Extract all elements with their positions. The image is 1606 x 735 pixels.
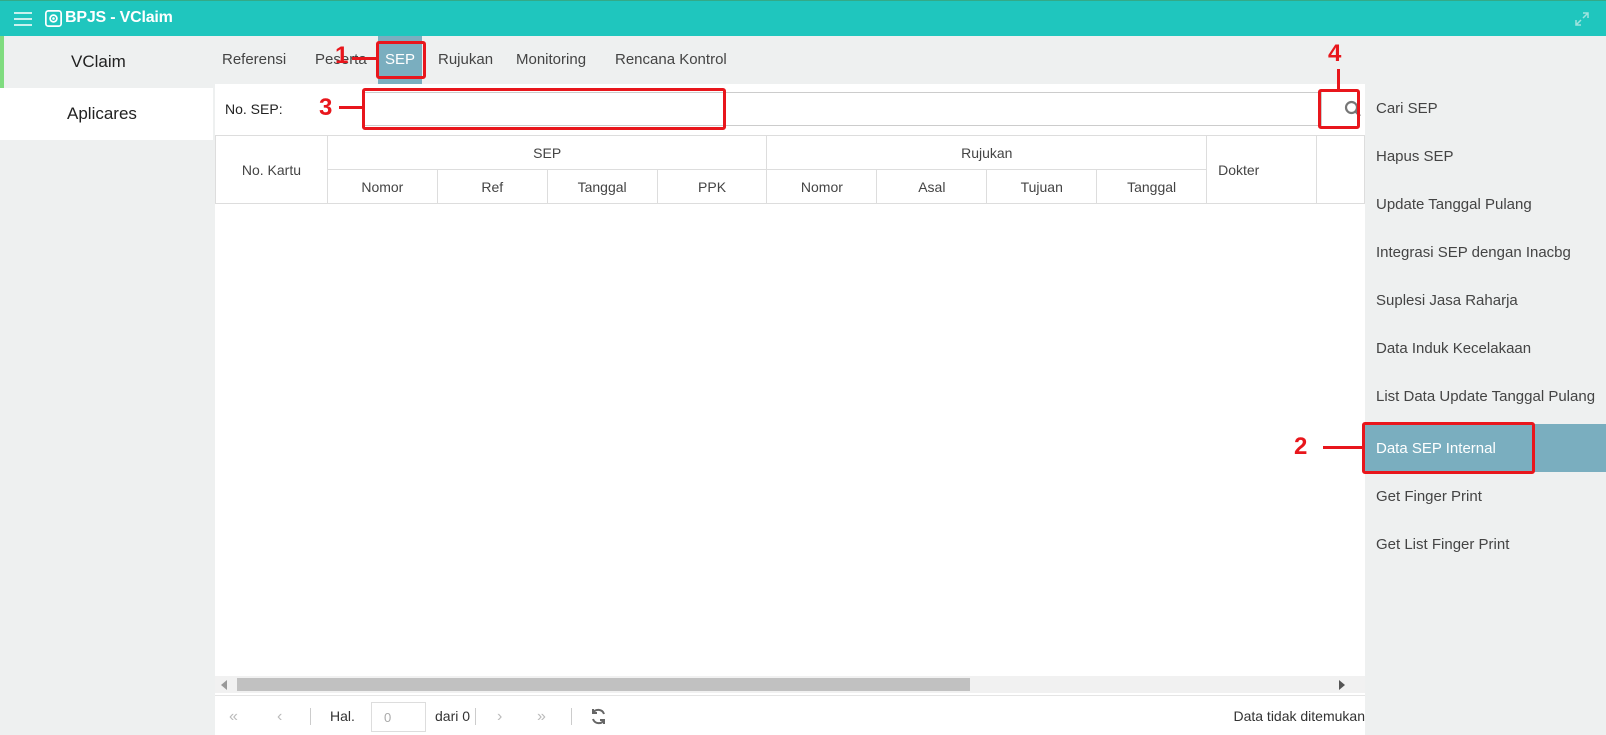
col-no-kartu: No. Kartu bbox=[215, 135, 328, 204]
left-nav: VClaim Aplicares bbox=[0, 36, 213, 735]
divider bbox=[310, 708, 311, 725]
menu-item-suplesi-jasa-raharja[interactable]: Suplesi Jasa Raharja bbox=[1365, 276, 1606, 324]
menu-item-update-tanggal-pulang[interactable]: Update Tanggal Pulang bbox=[1365, 180, 1606, 228]
menu-item-cari-sep[interactable]: Cari SEP bbox=[1365, 84, 1606, 132]
tab-rencana-kontrol[interactable]: Rencana Kontrol bbox=[608, 36, 734, 84]
annotation-box-1 bbox=[376, 41, 426, 79]
right-action-menu: Cari SEP Hapus SEP Update Tanggal Pulang… bbox=[1365, 84, 1606, 735]
col-rujukan-tujuan: Tujuan bbox=[986, 169, 1098, 204]
col-sep-tanggal: Tanggal bbox=[546, 169, 658, 204]
menu-item-get-finger-print[interactable]: Get Finger Print bbox=[1365, 472, 1606, 520]
page-number-input[interactable] bbox=[371, 702, 426, 732]
sep-table: No. Kartu SEP Rujukan Dokter Nomor Ref T… bbox=[215, 135, 1365, 204]
col-group-sep: SEP bbox=[326, 135, 768, 170]
page-label: Hal. bbox=[330, 708, 355, 724]
menu-item-data-induk-kecelakaan[interactable]: Data Induk Kecelakaan bbox=[1365, 324, 1606, 372]
col-rujukan-asal: Asal bbox=[876, 169, 988, 204]
app-title: BPJS - VClaim bbox=[65, 9, 173, 26]
horizontal-scrollbar[interactable] bbox=[215, 676, 1365, 693]
title-bar: BPJS - VClaim bbox=[0, 0, 1606, 36]
page-total-label: dari 0 bbox=[435, 708, 471, 724]
col-sep-ppk: PPK bbox=[656, 169, 768, 204]
col-rujukan-tanggal: Tanggal bbox=[1096, 169, 1208, 204]
refresh-icon[interactable] bbox=[590, 708, 607, 725]
col-sep-nomor: Nomor bbox=[326, 169, 438, 204]
col-group-rujukan: Rujukan bbox=[766, 135, 1208, 170]
tab-rujukan[interactable]: Rujukan bbox=[431, 36, 500, 84]
first-page-icon[interactable]: « bbox=[229, 708, 238, 726]
annotation-line-3 bbox=[339, 106, 362, 109]
scroll-left-icon[interactable] bbox=[221, 680, 227, 690]
annotation-number-1: 1 bbox=[335, 42, 349, 69]
nav-item-vclaim[interactable]: VClaim bbox=[0, 36, 213, 88]
annotation-line-2 bbox=[1323, 446, 1362, 449]
main-content: No. SEP: No. Kartu SEP Rujukan Dokter No… bbox=[215, 84, 1370, 735]
nav-item-aplicares[interactable]: Aplicares bbox=[0, 88, 213, 140]
expand-icon[interactable] bbox=[1574, 11, 1590, 27]
col-dokter: Dokter bbox=[1206, 135, 1317, 204]
hamburger-menu-icon[interactable] bbox=[14, 10, 32, 28]
prev-page-icon[interactable]: ‹ bbox=[277, 708, 282, 726]
annotation-number-2: 2 bbox=[1294, 433, 1308, 460]
scrollbar-thumb[interactable] bbox=[237, 678, 970, 691]
menu-item-get-list-finger-print[interactable]: Get List Finger Print bbox=[1365, 520, 1606, 568]
next-page-icon[interactable]: › bbox=[497, 708, 502, 726]
sep-number-label: No. SEP: bbox=[225, 101, 283, 117]
divider bbox=[475, 708, 476, 725]
tab-monitoring[interactable]: Monitoring bbox=[509, 36, 593, 84]
annotation-box-2 bbox=[1362, 422, 1535, 474]
annotation-number-3: 3 bbox=[319, 94, 333, 121]
pagination-bar: « ‹ Hal. dari 0 › » Data tidak ditemukan bbox=[215, 695, 1365, 735]
menu-item-list-data-update-tanggal-pulang[interactable]: List Data Update Tanggal Pulang bbox=[1365, 372, 1606, 420]
pagination-status: Data tidak ditemukan bbox=[1233, 708, 1365, 724]
annotation-box-4 bbox=[1318, 89, 1360, 129]
app-logo-icon bbox=[45, 10, 62, 27]
annotation-line-4 bbox=[1337, 69, 1340, 89]
menu-item-hapus-sep[interactable]: Hapus SEP bbox=[1365, 132, 1606, 180]
col-rujukan-nomor: Nomor bbox=[766, 169, 878, 204]
col-sep-ref: Ref bbox=[436, 169, 548, 204]
scroll-right-icon[interactable] bbox=[1339, 680, 1345, 690]
divider bbox=[571, 708, 572, 725]
menu-item-integrasi-sep-inacbg[interactable]: Integrasi SEP dengan Inacbg bbox=[1365, 228, 1606, 276]
annotation-line-1 bbox=[352, 57, 376, 60]
last-page-icon[interactable]: » bbox=[537, 708, 546, 726]
col-extra bbox=[1316, 135, 1365, 204]
annotation-box-3 bbox=[362, 88, 726, 130]
annotation-number-4: 4 bbox=[1328, 40, 1342, 67]
tab-referensi[interactable]: Referensi bbox=[215, 36, 293, 84]
